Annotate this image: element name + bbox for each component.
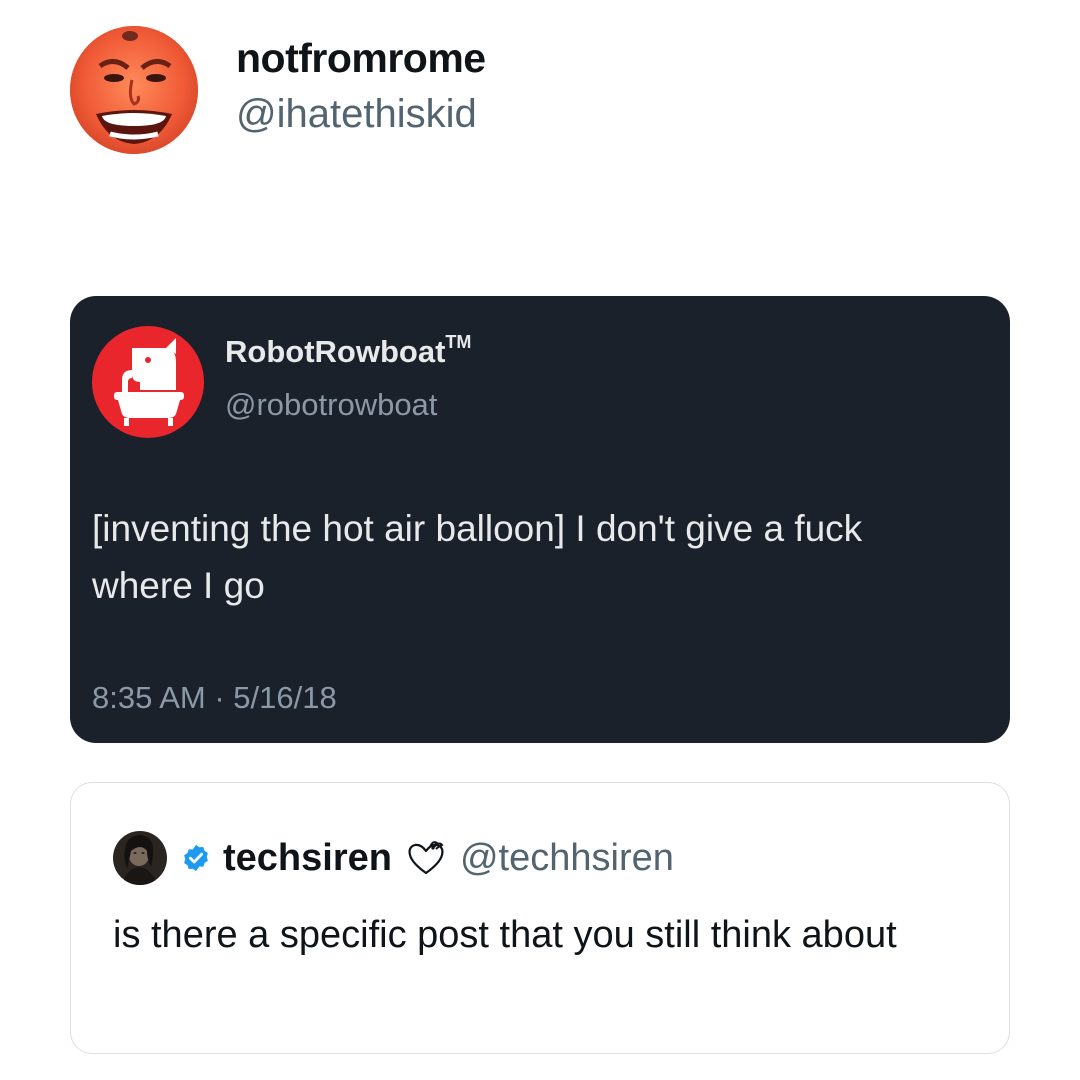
reply-author-row: techsiren @techhsiren [113,831,674,885]
quoted-tweet-name-text: RobotRowboat [225,334,446,369]
poster-avatar[interactable] [70,26,198,154]
poster-handle[interactable]: @ihatethiskid [236,89,486,139]
dark-portrait-avatar-icon [113,831,167,885]
elephant-in-bathtub-logo-icon [92,326,204,438]
heart-with-ribbon-icon [408,841,444,875]
quoted-tweet-handle[interactable]: @robotrowboat [225,387,437,423]
verified-badge-icon [184,844,208,872]
reply-tweet-card[interactable]: techsiren @techhsiren is there a specifi… [70,782,1010,1054]
quoted-tweet-display-name[interactable]: RobotRowboatTM [225,332,472,370]
reply-text: is there a specific post that you still … [113,914,897,956]
poster-display-name[interactable]: notfromrome [236,33,486,83]
quoted-tweet-card[interactable]: RobotRowboatTM @robotrowboat [inventing … [70,296,1010,743]
trademark-mark: TM [445,332,472,352]
post-header: notfromrome @ihatethiskid [70,26,486,154]
reply-handle[interactable]: @techhsiren [460,837,674,880]
reply-display-name[interactable]: techsiren [223,837,392,880]
quoted-tweet-text: [inventing the hot air balloon] I don't … [92,508,863,606]
laughing-face-avatar-icon [70,26,198,154]
quoted-tweet-avatar[interactable] [92,326,204,438]
reply-avatar[interactable] [113,831,167,885]
quoted-tweet-timestamp[interactable]: 8:35 AM · 5/16/18 [92,680,337,716]
poster-identity: notfromrome @ihatethiskid [236,33,486,139]
